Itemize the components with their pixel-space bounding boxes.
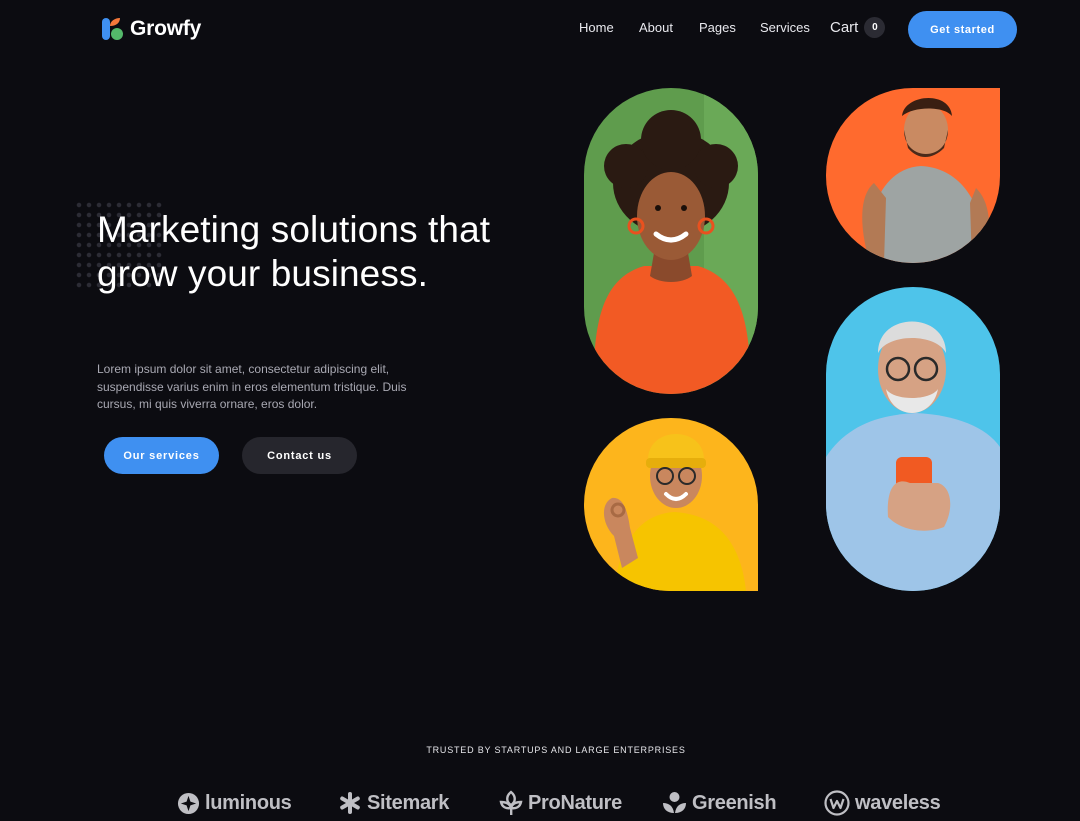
brand-name-sitemark: Sitemark bbox=[367, 791, 450, 814]
brand-name-pronature: ProNature bbox=[528, 791, 622, 814]
cart-count-badge: 0 bbox=[864, 17, 886, 38]
cart-label: Cart bbox=[830, 19, 859, 36]
older-man-phone-photo bbox=[826, 287, 1000, 591]
man-yellow-beanie-photo bbox=[584, 418, 758, 591]
brand-logo[interactable]: Growfy bbox=[101, 16, 201, 42]
brand-name-luminous: luminous bbox=[205, 791, 292, 814]
brand-name-greenish: Greenish bbox=[692, 791, 777, 814]
logo-sitemark: Sitemark bbox=[338, 788, 449, 818]
hero-description: Lorem ipsum dolor sit amet, consectetur … bbox=[97, 362, 407, 411]
nav-about[interactable]: About bbox=[639, 20, 673, 35]
nav-home[interactable]: Home bbox=[579, 20, 614, 35]
get-started-button[interactable]: Get started bbox=[908, 11, 1017, 48]
cart-button[interactable]: Cart 0 bbox=[830, 17, 886, 38]
brand-name-waveless: waveless bbox=[855, 791, 941, 814]
hero-title: Marketing solutions that grow your busin… bbox=[97, 209, 491, 294]
brand-name: Growfy bbox=[130, 17, 202, 40]
logo-pronature: ProNature bbox=[499, 788, 622, 818]
trusted-by-label: TRUSTED BY STARTUPS AND LARGE ENTERPRISE… bbox=[426, 745, 686, 755]
luminous-logo-icon bbox=[177, 792, 200, 814]
waveless-logo-icon bbox=[824, 790, 850, 816]
woman-orange-shirt-photo bbox=[584, 88, 758, 394]
growfy-logo-icon bbox=[102, 18, 123, 40]
landing-page: Growfy Home About Pages Services Cart 0 … bbox=[0, 0, 1080, 821]
logo-greenish: Greenish bbox=[662, 788, 777, 818]
greenish-logo-icon bbox=[663, 792, 686, 813]
logo-waveless: waveless bbox=[824, 788, 941, 818]
nav-pages[interactable]: Pages bbox=[699, 20, 736, 35]
our-services-button[interactable]: Our services bbox=[104, 437, 219, 474]
contact-us-button[interactable]: Contact us bbox=[242, 437, 357, 474]
nav-services[interactable]: Services bbox=[760, 20, 810, 35]
sitemark-logo-icon bbox=[340, 792, 360, 814]
pronature-logo-icon bbox=[499, 790, 523, 815]
logo-luminous: luminous bbox=[177, 788, 292, 818]
bearded-man-photo bbox=[826, 88, 1000, 263]
